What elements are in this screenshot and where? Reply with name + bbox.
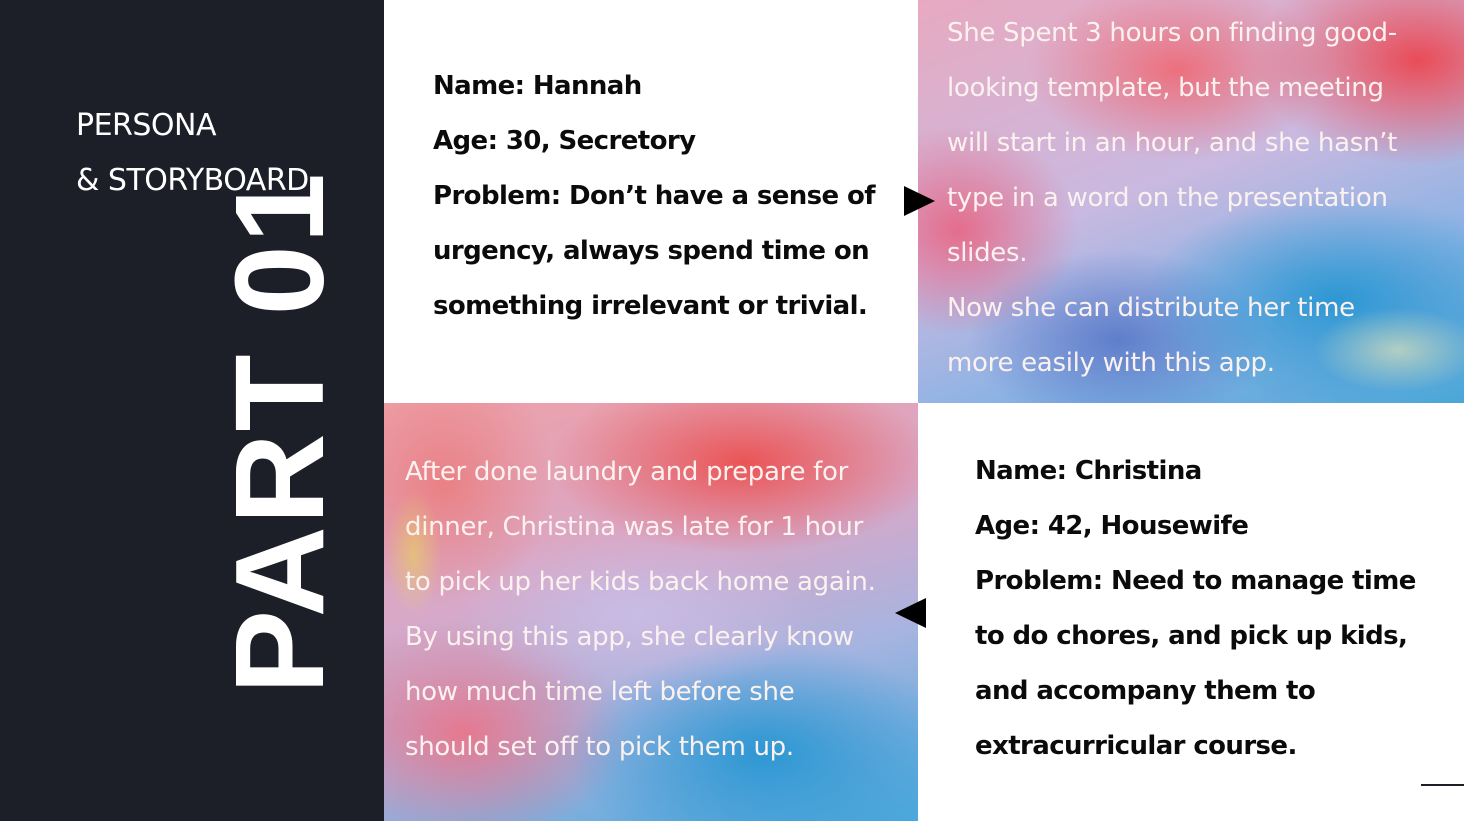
divider [1421, 784, 1464, 786]
story-text-christina: After done laundry and prepare for dinne… [405, 445, 876, 775]
persona-problem-line: extracurricular course. [975, 731, 1297, 761]
story-line: After done laundry and prepare for [405, 457, 848, 487]
persona-card-christina: Name: Christina Age: 42, Housewife Probl… [918, 403, 1464, 821]
story-line: dinner, Christina was late for 1 hour [405, 512, 863, 542]
persona-name: Name: Hannah [433, 71, 642, 101]
section-heading-line1: PERSONA [76, 108, 217, 143]
storyboard-panel-christina: After done laundry and prepare for dinne… [384, 403, 918, 821]
story-line: looking template, but the meeting [947, 73, 1384, 103]
story-line: to pick up her kids back home again. [405, 567, 876, 597]
story-line: will start in an hour, and she hasn’t [947, 128, 1398, 158]
story-line: more easily with this app. [947, 348, 1275, 378]
arrow-right-icon [904, 186, 935, 216]
persona-problem-line: Problem: Don’t have a sense of [433, 181, 876, 211]
story-line: should set off to pick them up. [405, 732, 794, 762]
story-line: By using this app, she clearly know [405, 622, 854, 652]
arrow-left-icon [895, 598, 926, 628]
sidebar: PERSONA & STORYBOARD. PART 01 [0, 0, 384, 821]
persona-card-hannah: Name: Hannah Age: 30, Secretory Problem:… [384, 0, 918, 403]
persona-age: Age: 42, Housewife [975, 511, 1249, 541]
story-line: slides. [947, 238, 1028, 268]
story-line: Now she can distribute her time [947, 293, 1355, 323]
persona-text-christina: Name: Christina Age: 42, Housewife Probl… [975, 444, 1416, 774]
persona-problem-line: something irrelevant or trivial. [433, 291, 868, 321]
persona-problem-line: urgency, always spend time on [433, 236, 870, 266]
persona-problem-line: to do chores, and pick up kids, [975, 621, 1408, 651]
storyboard-panel-hannah: She Spent 3 hours on finding good- looki… [918, 0, 1464, 403]
persona-name: Name: Christina [975, 456, 1202, 486]
story-line: how much time left before she [405, 677, 795, 707]
part-label: PART 01 [209, 171, 350, 694]
persona-problem-line: and accompany them to [975, 676, 1316, 706]
persona-problem-line: Problem: Need to manage time [975, 566, 1416, 596]
persona-age: Age: 30, Secretory [433, 126, 696, 156]
story-line: She Spent 3 hours on finding good- [947, 18, 1397, 48]
story-line: type in a word on the presentation [947, 183, 1388, 213]
persona-text-hannah: Name: Hannah Age: 30, Secretory Problem:… [433, 59, 876, 334]
story-text-hannah: She Spent 3 hours on finding good- looki… [947, 6, 1397, 391]
